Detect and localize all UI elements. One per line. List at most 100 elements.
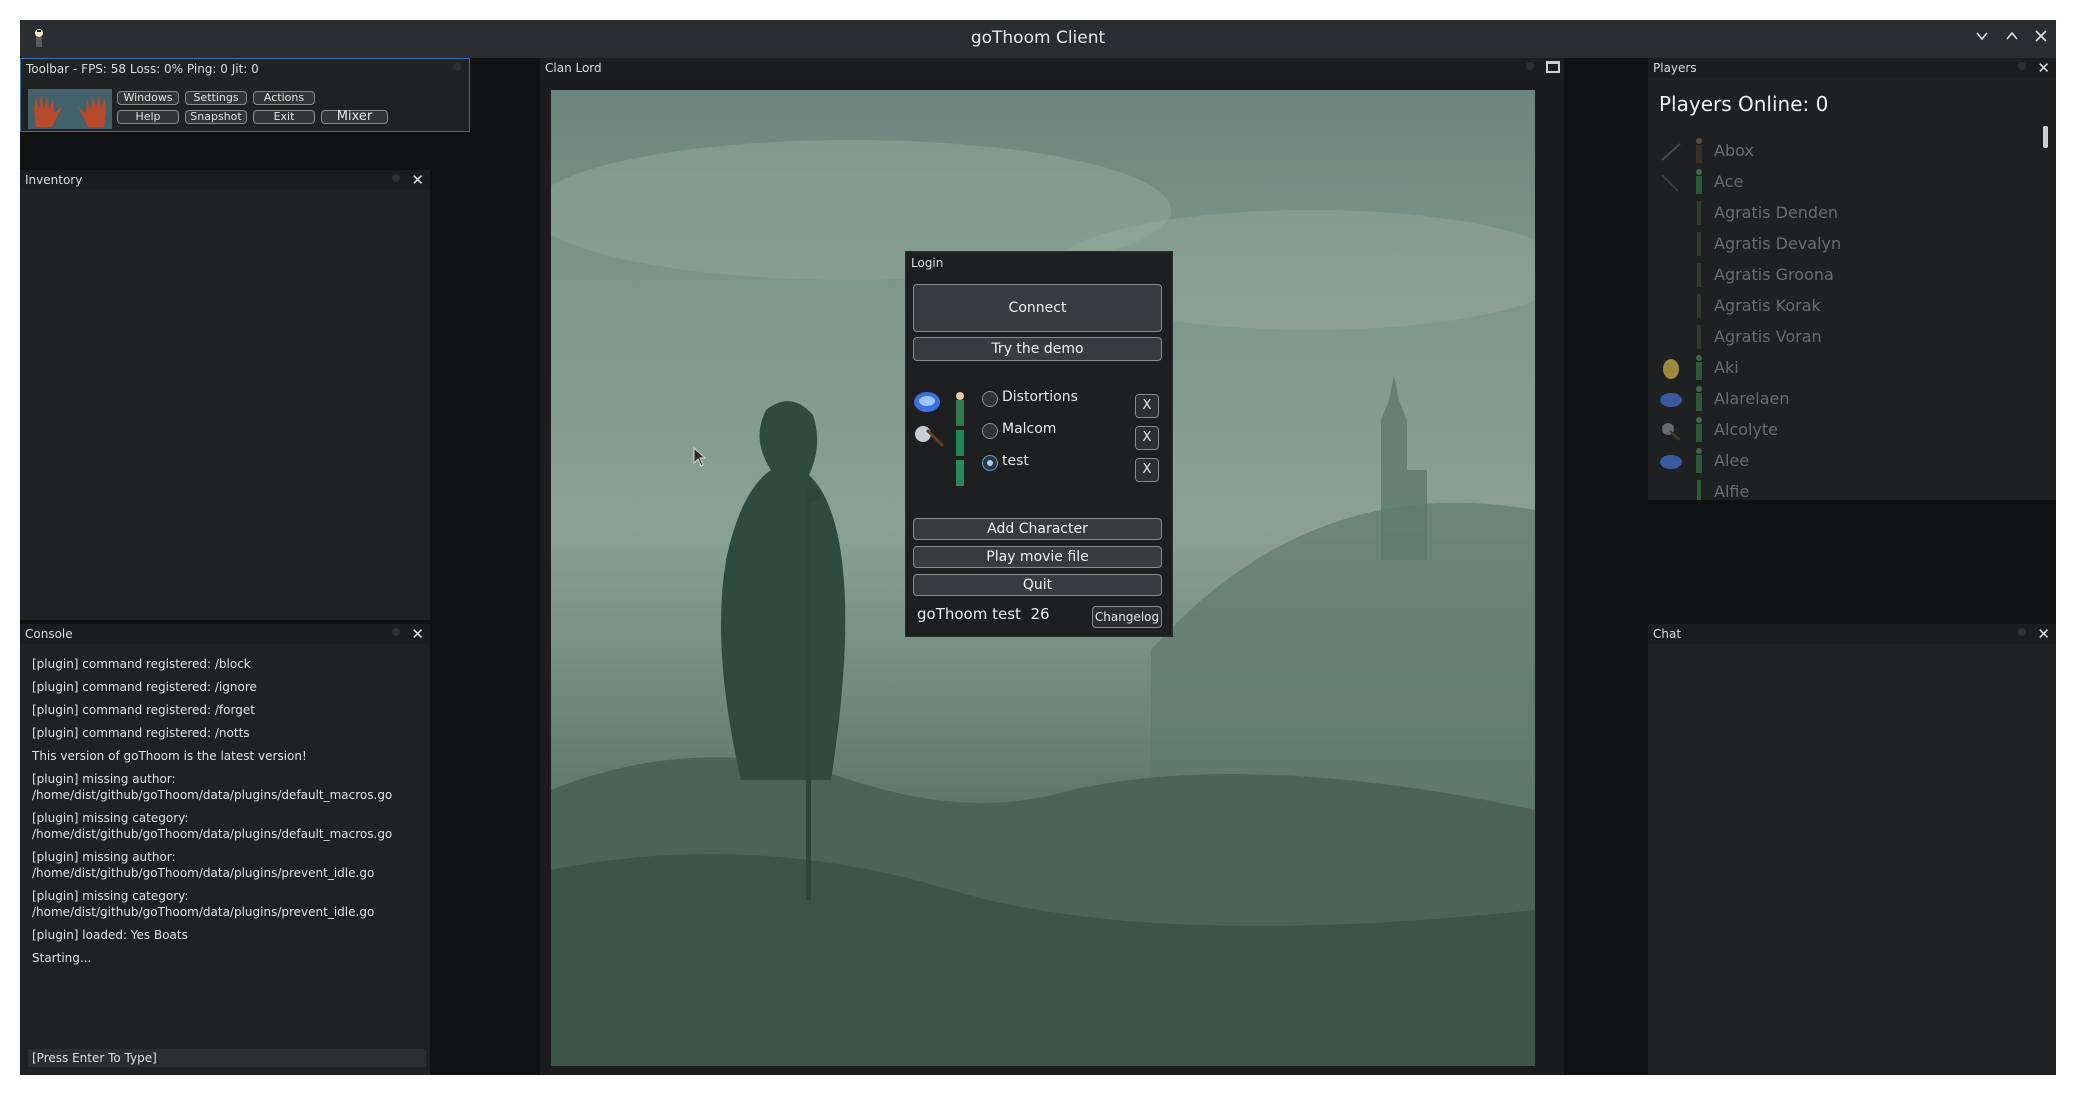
hands-icon[interactable] bbox=[28, 89, 112, 129]
players-panel: Players ✕ Players Online: 0 Abox Ace Agr… bbox=[1648, 58, 2056, 500]
player-avatar-icon bbox=[1697, 232, 1701, 256]
help-button[interactable]: Help bbox=[117, 110, 179, 124]
player-avatar-icon bbox=[1696, 355, 1702, 380]
remove-character-button[interactable]: X bbox=[1135, 394, 1159, 418]
player-row[interactable]: Ace bbox=[1656, 167, 2036, 198]
close-icon[interactable] bbox=[2029, 26, 2053, 50]
character-radio-malcom[interactable] bbox=[982, 423, 998, 439]
character-label: Malcom bbox=[1002, 421, 1057, 437]
console-line: [plugin] command registered: /notts bbox=[32, 726, 250, 740]
mixer-button[interactable]: Mixer bbox=[321, 110, 388, 124]
players-list: Abox Ace Agratis Denden Agratis Devalyn … bbox=[1656, 136, 2036, 500]
player-avatar-icon bbox=[1696, 169, 1702, 194]
version-label: goThoom test bbox=[917, 605, 1021, 623]
login-dialog: Login Connect Try the demo Distortions X… bbox=[905, 251, 1173, 637]
remove-character-button[interactable]: X bbox=[1135, 458, 1159, 482]
player-row[interactable]: Agratis Denden bbox=[1656, 198, 2036, 229]
maximize-icon[interactable] bbox=[2000, 26, 2024, 50]
player-name: Ace bbox=[1714, 172, 1744, 191]
exit-button[interactable]: Exit bbox=[253, 110, 315, 124]
player-row[interactable]: Agratis Groona bbox=[1656, 260, 2036, 291]
player-name: Agratis Korak bbox=[1714, 296, 1821, 315]
player-row[interactable]: Abox bbox=[1656, 136, 2036, 167]
settings-button[interactable]: Settings bbox=[185, 91, 247, 105]
console-log: [plugin] command registered: /block [plu… bbox=[32, 656, 424, 973]
players-title: Players bbox=[1648, 58, 2056, 78]
player-name: Alarelaen bbox=[1714, 389, 1790, 408]
player-avatar-icon bbox=[1697, 325, 1701, 349]
blue-orb-icon bbox=[1660, 455, 1682, 469]
console-line: [plugin] command registered: /forget bbox=[32, 703, 255, 717]
remove-character-button[interactable]: X bbox=[1135, 426, 1159, 450]
player-name: Aki bbox=[1714, 358, 1739, 377]
console-line: [plugin] missing category: /home/dist/gi… bbox=[32, 889, 375, 919]
player-avatar-icon bbox=[1697, 201, 1701, 225]
players-scrollbar[interactable] bbox=[2043, 126, 2048, 148]
version-number: 26 bbox=[1030, 605, 1050, 623]
players-pin-icon[interactable] bbox=[2018, 62, 2026, 70]
version-info: goThoom test 26 bbox=[917, 605, 1050, 623]
player-row[interactable]: Aki bbox=[1656, 353, 2036, 384]
chat-panel: Chat ✕ bbox=[1648, 624, 2056, 1075]
player-row[interactable]: Agratis Korak bbox=[1656, 291, 2036, 322]
player-avatar-icon bbox=[1697, 480, 1701, 500]
console-line: Starting... bbox=[32, 951, 92, 965]
inventory-close-icon[interactable]: ✕ bbox=[411, 170, 424, 190]
gold-orb-icon bbox=[1663, 359, 1679, 379]
toolbar-pin-icon[interactable] bbox=[453, 63, 461, 71]
console-input[interactable]: [Press Enter To Type] bbox=[28, 1049, 426, 1067]
changelog-button[interactable]: Changelog bbox=[1092, 606, 1162, 628]
player-row[interactable]: Alfie bbox=[1656, 477, 2036, 500]
console-close-icon[interactable]: ✕ bbox=[411, 624, 424, 644]
inventory-title: Inventory bbox=[20, 170, 430, 190]
console-line: [plugin] missing category: /home/dist/gi… bbox=[32, 811, 393, 841]
sword-icon bbox=[1661, 143, 1681, 161]
connect-button[interactable]: Connect bbox=[913, 284, 1162, 332]
try-demo-button[interactable]: Try the demo bbox=[913, 337, 1162, 361]
player-row[interactable]: Alarelaen bbox=[1656, 384, 2036, 415]
actions-button[interactable]: Actions bbox=[253, 91, 315, 105]
game-pin-icon[interactable] bbox=[1526, 62, 1534, 70]
inventory-pin-icon[interactable] bbox=[392, 174, 400, 182]
players-online-count: Players Online: 0 bbox=[1659, 92, 1829, 116]
add-character-button[interactable]: Add Character bbox=[913, 518, 1162, 540]
players-close-icon[interactable]: ✕ bbox=[2037, 58, 2050, 78]
chat-pin-icon[interactable] bbox=[2018, 628, 2026, 636]
player-name: Alcolyte bbox=[1714, 420, 1779, 439]
character-label: test bbox=[1002, 453, 1029, 469]
console-line: [plugin] loaded: Yes Boats bbox=[32, 928, 188, 942]
player-avatar-icon bbox=[1697, 263, 1701, 287]
app-window: goThoom Client Toolbar - FPS: 58 Loss: 0… bbox=[20, 20, 2056, 1075]
player-avatar-icon bbox=[1697, 294, 1701, 318]
snapshot-button[interactable]: Snapshot bbox=[185, 110, 247, 124]
player-row[interactable]: Agratis Voran bbox=[1656, 322, 2036, 353]
toolbar-panel: Toolbar - FPS: 58 Loss: 0% Ping: 0 Jit: … bbox=[20, 58, 470, 132]
console-panel: Console ✕ [plugin] command registered: /… bbox=[20, 624, 430, 1075]
player-name: Agratis Voran bbox=[1714, 327, 1822, 346]
minimize-icon[interactable] bbox=[1970, 26, 1994, 50]
player-avatar-icon bbox=[1696, 386, 1702, 411]
title-bar[interactable]: goThoom Client bbox=[20, 20, 2056, 58]
console-pin-icon[interactable] bbox=[392, 628, 400, 636]
character-radio-test[interactable] bbox=[982, 455, 998, 471]
console-line: [plugin] command registered: /ignore bbox=[32, 680, 257, 694]
play-movie-button[interactable]: Play movie file bbox=[913, 546, 1162, 568]
player-avatar-icon bbox=[1696, 417, 1702, 442]
chat-close-icon[interactable]: ✕ bbox=[2037, 624, 2050, 644]
player-avatar-icon bbox=[1696, 448, 1702, 473]
player-row[interactable]: Agratis Devalyn bbox=[1656, 229, 2036, 260]
character-radio-distortions[interactable] bbox=[982, 391, 998, 407]
staff-icon bbox=[1661, 174, 1679, 192]
player-name: Agratis Denden bbox=[1714, 203, 1839, 222]
console-line: [plugin] missing author: /home/dist/gith… bbox=[32, 772, 393, 802]
windows-button[interactable]: Windows bbox=[117, 91, 179, 105]
maximize-window-icon[interactable] bbox=[1546, 61, 1560, 73]
player-row[interactable]: Alcolyte bbox=[1656, 415, 2036, 446]
character-portrait-icon bbox=[914, 392, 945, 448]
player-row[interactable]: Alee bbox=[1656, 446, 2036, 477]
game-title: Clan Lord bbox=[540, 58, 1564, 78]
window-title: goThoom Client bbox=[970, 28, 1106, 48]
cursor-icon bbox=[693, 447, 707, 467]
quit-button[interactable]: Quit bbox=[913, 574, 1162, 596]
player-name: Abox bbox=[1714, 141, 1754, 160]
